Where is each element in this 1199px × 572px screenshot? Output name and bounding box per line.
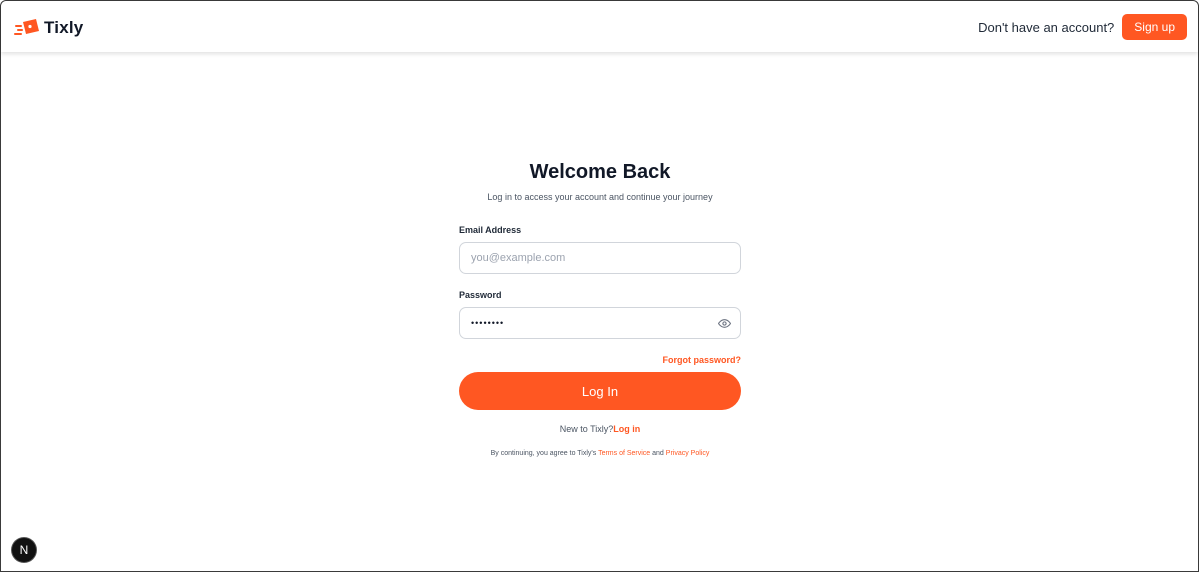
terms-notice: By continuing, you agree to Tixly's Term… — [459, 449, 741, 459]
new-user-prefix: New to Tixly? — [559, 424, 614, 434]
new-user-link[interactable]: Log in — [613, 424, 640, 434]
email-label: Email Address — [459, 225, 522, 235]
brand-logo[interactable]: Tixly — [14, 16, 83, 40]
brand-name: Tixly — [44, 18, 84, 37]
dev-badge-letter: N — [19, 543, 29, 557]
privacy-policy-link[interactable]: Privacy Policy — [666, 450, 710, 457]
nextjs-dev-badge[interactable]: N — [12, 538, 36, 562]
page-title: Welcome Back — [529, 161, 671, 183]
eye-icon[interactable] — [718, 317, 731, 330]
page-subtitle: Log in to access your account and contin… — [487, 192, 713, 202]
terms-of-service-link[interactable]: Terms of Service — [598, 450, 650, 457]
ticket-flying-icon — [14, 19, 39, 35]
forgot-password-link[interactable]: Forgot password? — [663, 355, 742, 365]
terms-prefix: By continuing, you agree to Tixly's — [490, 450, 599, 457]
login-button[interactable]: Log In — [459, 372, 741, 410]
login-card: Welcome Back Log in to access your accou… — [459, 160, 741, 459]
signup-button[interactable]: Sign up — [1122, 14, 1187, 40]
terms-and: and — [650, 450, 666, 457]
top-navbar: Tixly Don't have an account? Sign up — [1, 1, 1198, 52]
password-label: Password — [459, 290, 502, 300]
new-user-row: New to Tixly?Log in — [459, 423, 741, 435]
email-field-wrapper — [459, 242, 741, 274]
password-field-wrapper — [459, 307, 741, 339]
header-actions: Don't have an account? Sign up — [978, 14, 1187, 40]
account-prompt: Don't have an account? — [978, 19, 1115, 35]
forgot-password-row: Forgot password? — [459, 353, 742, 365]
email-field[interactable] — [460, 243, 711, 273]
password-field[interactable] — [460, 308, 711, 338]
